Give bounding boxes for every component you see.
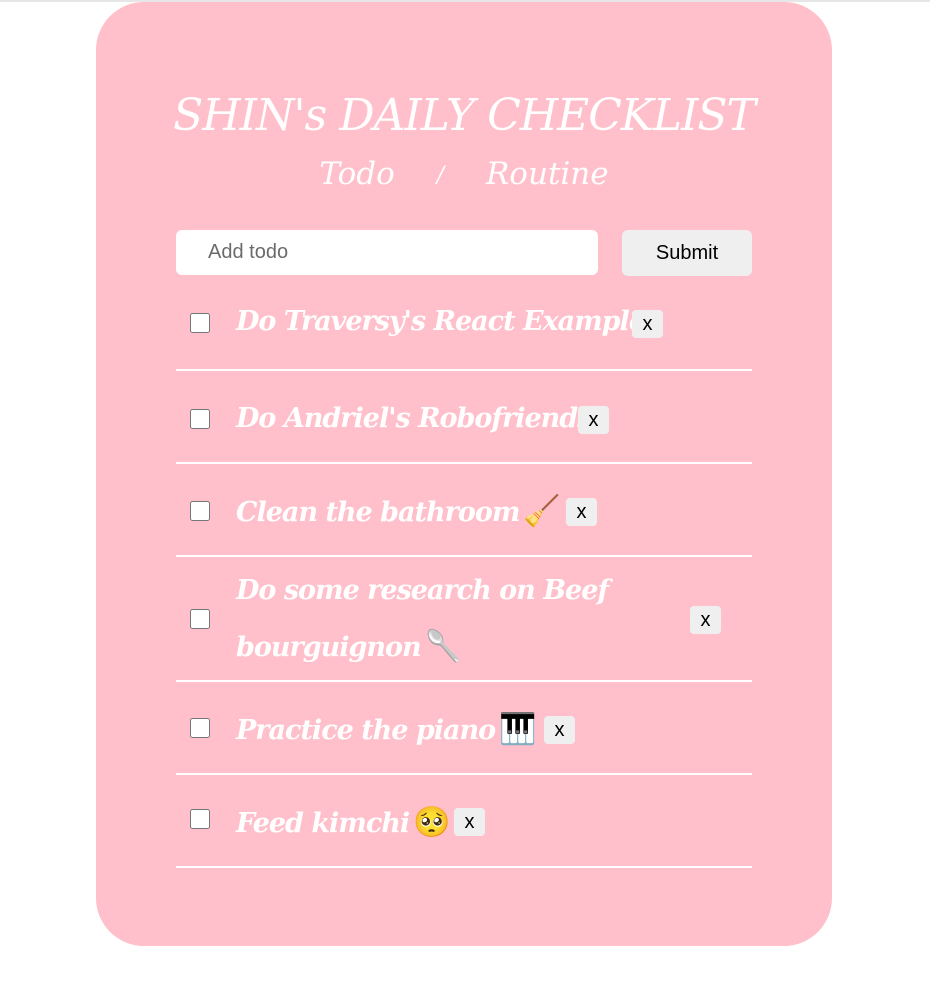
nav-link-todo[interactable]: Todo bbox=[319, 156, 394, 192]
pleading-face-icon: 🥺 bbox=[413, 805, 451, 840]
delete-todo-button[interactable]: x bbox=[544, 716, 575, 744]
todo-text: Feed kimchi 🥺 bbox=[236, 795, 451, 852]
todo-checkbox[interactable] bbox=[190, 809, 210, 829]
add-todo-input[interactable] bbox=[176, 230, 598, 275]
todo-item: Do Andriel's Robofriends x bbox=[176, 371, 752, 464]
todo-text-label: Do some research on Beef bourguignon bbox=[236, 575, 609, 663]
page-title: SHIN's DAILY CHECKLIST bbox=[173, 90, 756, 141]
todo-text-label: Feed kimchi bbox=[236, 808, 410, 839]
todo-checkbox[interactable] bbox=[190, 718, 210, 738]
todo-text: Practice the piano 🎹 bbox=[236, 702, 537, 759]
todo-text: Clean the bathroom 🧹 bbox=[236, 484, 561, 541]
broom-icon: 🧹 bbox=[523, 494, 561, 529]
todo-item: Practice the piano 🎹 x bbox=[176, 682, 752, 775]
todo-item: Clean the bathroom 🧹 x bbox=[176, 464, 752, 557]
add-todo-form: Submit bbox=[176, 230, 752, 276]
todo-text-label: Do Traversy's React Example bbox=[236, 306, 646, 337]
delete-todo-button[interactable]: x bbox=[690, 606, 721, 634]
delete-todo-button[interactable]: x bbox=[578, 406, 609, 434]
todo-text-label: Practice the piano bbox=[236, 715, 496, 746]
nav-link-routine[interactable]: Routine bbox=[486, 156, 609, 192]
todo-item: Do Traversy's React Example x bbox=[176, 276, 752, 371]
view-nav: Todo / Routine bbox=[96, 152, 832, 198]
todo-text-label: Clean the bathroom bbox=[236, 497, 520, 528]
submit-button[interactable]: Submit bbox=[622, 230, 752, 276]
todo-list: Do Traversy's React Example x Do Andriel… bbox=[176, 276, 752, 868]
todo-item: Do some research on Beef bourguignon 🥄 x bbox=[176, 557, 752, 682]
nav-separator: / bbox=[436, 163, 445, 188]
todo-item: Feed kimchi 🥺 x bbox=[176, 775, 752, 868]
delete-todo-button[interactable]: x bbox=[632, 310, 663, 338]
spoon-icon: 🥄 bbox=[424, 629, 463, 664]
delete-todo-button[interactable]: x bbox=[566, 498, 597, 526]
todo-text: Do Traversy's React Example bbox=[236, 294, 646, 350]
checklist-card: SHIN's DAILY CHECKLIST Todo / Routine Su… bbox=[96, 2, 832, 946]
todo-checkbox[interactable] bbox=[190, 409, 210, 429]
todo-text: Do Andriel's Robofriends bbox=[236, 391, 592, 447]
todo-text: Do some research on Beef bourguignon 🥄 bbox=[236, 563, 616, 676]
todo-checkbox[interactable] bbox=[190, 501, 210, 521]
todo-text-label: Do Andriel's Robofriends bbox=[236, 403, 592, 434]
todo-checkbox[interactable] bbox=[190, 609, 210, 629]
todo-checkbox[interactable] bbox=[190, 313, 210, 333]
delete-todo-button[interactable]: x bbox=[454, 808, 485, 836]
piano-icon: 🎹 bbox=[499, 712, 537, 747]
